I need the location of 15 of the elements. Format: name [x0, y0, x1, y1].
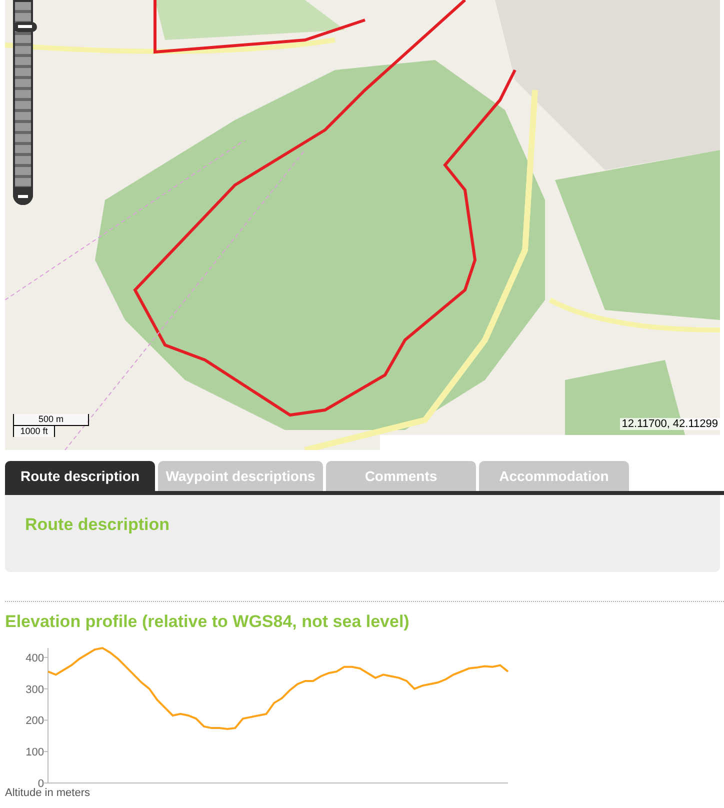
tick-label: 0: [38, 778, 44, 790]
zoom-handle[interactable]: [13, 22, 37, 32]
tick-label: 200: [26, 715, 44, 728]
scale-bar: 500 m: [13, 414, 89, 426]
tick-label: 300: [26, 684, 44, 696]
tick-label: 400: [26, 652, 44, 664]
zoom-out-button[interactable]: [13, 187, 33, 205]
minus-icon: [18, 194, 28, 198]
coordinates: 12.11700, 42.11299: [620, 418, 720, 430]
axis-label: Altitude in meters: [5, 787, 90, 799]
tab[interactable]: Route description: [5, 461, 155, 491]
section-heading: Elevation profile (relative to WGS84, not sea level): [5, 612, 410, 632]
tick-label: 100: [26, 746, 44, 759]
panel-heading: Route description: [25, 515, 171, 535]
scale-bar: 1000 ft: [13, 425, 55, 437]
